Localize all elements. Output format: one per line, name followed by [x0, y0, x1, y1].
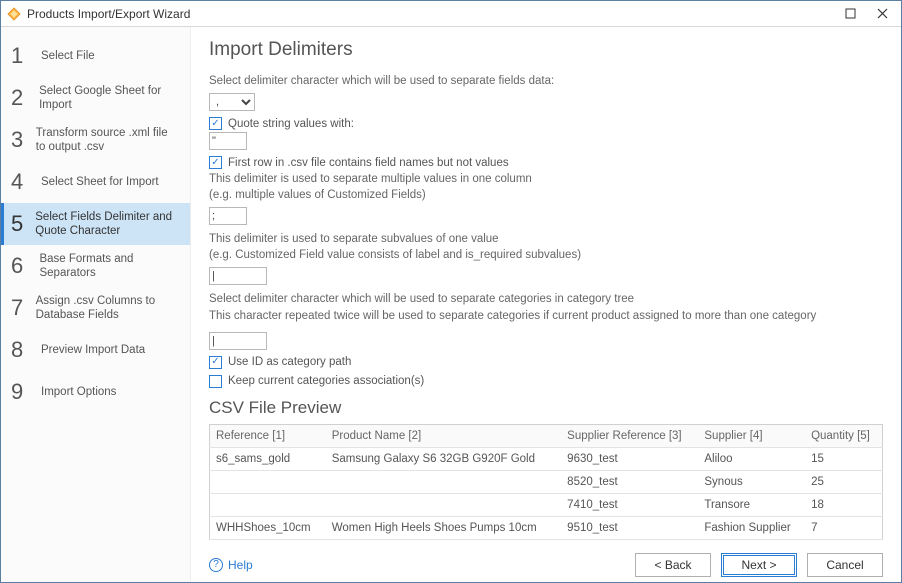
step-2[interactable]: 2 Select Google Sheet for Import [1, 77, 190, 119]
step-num: 6 [11, 253, 27, 279]
step-num: 9 [11, 379, 29, 405]
category-delimiter-input[interactable] [209, 332, 267, 350]
step-3[interactable]: 3 Transform source .xml file to output .… [1, 119, 190, 161]
cancel-button[interactable]: Cancel [807, 553, 883, 577]
table-header-row: Reference [1] Product Name [2] Supplier … [210, 424, 883, 447]
keepcat-checkbox[interactable]: ✓ [209, 375, 222, 388]
step-1[interactable]: 1 Select File [1, 35, 190, 77]
table-row: s6_sams_gold Samsung Galaxy S6 32GB G920… [210, 447, 883, 470]
col-product-name[interactable]: Product Name [2] [326, 424, 561, 447]
multi-delimiter-input[interactable] [209, 207, 247, 225]
step-num: 2 [11, 85, 27, 111]
step-label: Base Formats and Separators [39, 252, 180, 281]
step-num: 3 [11, 127, 24, 153]
step-label: Select Fields Delimiter and Quote Charac… [35, 210, 180, 239]
keepcat-checkbox-row[interactable]: ✓ Keep current categories association(s) [209, 375, 883, 388]
back-button[interactable]: < Back [635, 553, 711, 577]
step-label: Transform source .xml file to output .cs… [36, 126, 180, 155]
sub-delimiter-input[interactable] [209, 267, 267, 285]
wizard-buttons: < Back Next > Cancel [635, 553, 883, 577]
titlebar-left: Products Import/Export Wizard [7, 7, 190, 21]
step-label: Select Google Sheet for Import [39, 84, 180, 113]
field-delimiter-select[interactable]: , [209, 93, 255, 111]
maximize-icon[interactable] [841, 5, 859, 23]
step-label: Select File [41, 49, 95, 63]
quote-checkbox-row[interactable]: ✓ Quote string values with: [209, 117, 883, 130]
help-link[interactable]: ? Help [209, 558, 253, 572]
step-6[interactable]: 6 Base Formats and Separators [1, 245, 190, 287]
step-num: 1 [11, 43, 29, 69]
step-label: Import Options [41, 385, 116, 399]
sub-desc: This delimiter is used to separate subva… [209, 231, 883, 263]
col-quantity[interactable]: Quantity [5] [805, 424, 882, 447]
step-7[interactable]: 7 Assign .csv Columns to Database Fields [1, 287, 190, 329]
titlebar-controls [841, 5, 897, 23]
body: 1 Select File 2 Select Google Sheet for … [1, 27, 901, 582]
page-heading: Import Delimiters [209, 39, 883, 61]
step-8[interactable]: 8 Preview Import Data [1, 329, 190, 371]
next-button[interactable]: Next > [721, 553, 797, 577]
delimiter-desc: Select delimiter character which will be… [209, 73, 883, 89]
step-num: 4 [11, 169, 29, 195]
step-label: Preview Import Data [41, 343, 145, 357]
help-label: Help [228, 558, 253, 572]
csv-preview-table: Reference [1] Product Name [2] Supplier … [209, 424, 883, 540]
step-label: Select Sheet for Import [41, 175, 159, 189]
col-reference[interactable]: Reference [1] [210, 424, 326, 447]
quote-checkbox-label: Quote string values with: [228, 118, 354, 130]
useid-checkbox-label: Use ID as category path [228, 356, 351, 368]
firstrow-checkbox[interactable]: ✓ [209, 156, 222, 169]
useid-checkbox[interactable]: ✓ [209, 356, 222, 369]
step-label: Assign .csv Columns to Database Fields [36, 294, 180, 323]
table-row: 8520_test Synous 25 [210, 470, 883, 493]
quote-checkbox[interactable]: ✓ [209, 117, 222, 130]
wizard-footer: ? Help < Back Next > Cancel [209, 540, 883, 578]
wizard-sidebar: 1 Select File 2 Select Google Sheet for … [1, 27, 191, 582]
app-icon [7, 7, 21, 21]
window-title: Products Import/Export Wizard [27, 7, 190, 21]
firstrow-checkbox-label: First row in .csv file contains field na… [228, 157, 509, 169]
table-row: WHHShoes_10cm Women High Heels Shoes Pum… [210, 516, 883, 539]
close-icon[interactable] [873, 5, 891, 23]
help-icon: ? [209, 558, 223, 572]
multi-desc: This delimiter is used to separate multi… [209, 171, 883, 203]
step-num: 5 [11, 211, 23, 237]
firstrow-checkbox-row[interactable]: ✓ First row in .csv file contains field … [209, 156, 883, 169]
keepcat-checkbox-label: Keep current categories association(s) [228, 375, 424, 387]
step-num: 7 [11, 295, 24, 321]
step-num: 8 [11, 337, 29, 363]
useid-checkbox-row[interactable]: ✓ Use ID as category path [209, 356, 883, 369]
window-frame: Products Import/Export Wizard 1 Select F… [0, 0, 902, 583]
step-9[interactable]: 9 Import Options [1, 371, 190, 413]
table-row: 7410_test Transore 18 [210, 493, 883, 516]
preview-heading: CSV File Preview [209, 398, 883, 418]
cat-desc: Select delimiter character which will be… [209, 291, 883, 323]
step-4[interactable]: 4 Select Sheet for Import [1, 161, 190, 203]
main-panel: Import Delimiters Select delimiter chara… [191, 27, 901, 582]
quote-char-input[interactable] [209, 132, 247, 150]
col-supplier-ref[interactable]: Supplier Reference [3] [561, 424, 698, 447]
col-supplier[interactable]: Supplier [4] [698, 424, 805, 447]
step-5[interactable]: 5 Select Fields Delimiter and Quote Char… [1, 203, 190, 245]
titlebar: Products Import/Export Wizard [1, 1, 901, 27]
